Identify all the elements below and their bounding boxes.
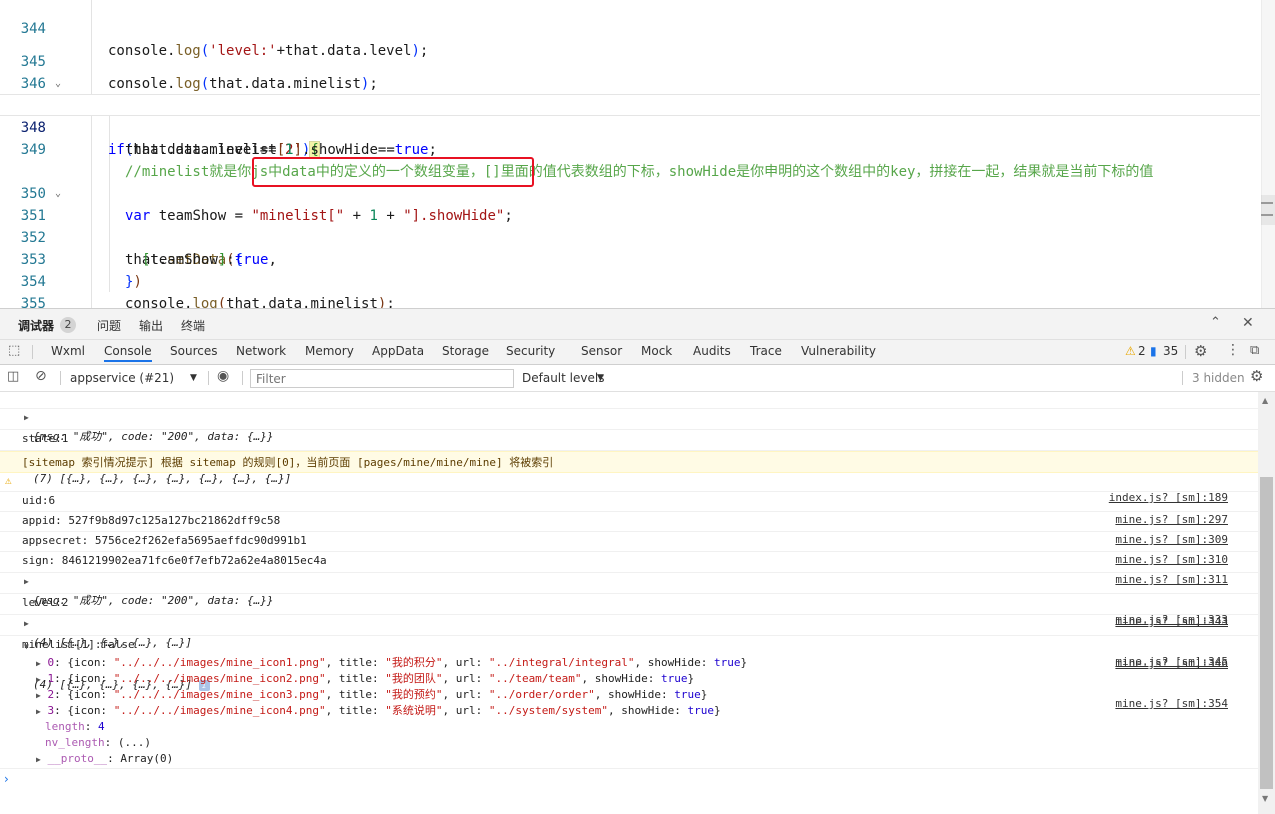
code-editor[interactable]: 344 console.log('level:'+that.data.level… [0,0,1275,308]
fold-chevron-icon[interactable]: ⌄ [51,183,65,205]
inspect-element-icon[interactable]: ⬚ [8,343,20,358]
console-row[interactable]: ▶ (7) [{…}, {…}, {…}, {…}, {…}, {…}, {…}… [0,431,1258,504]
console-scrollbar[interactable]: ▲ ▼ [1258,392,1275,814]
collapse-triangle-icon[interactable]: ▼ [24,637,29,656]
console-expanded-row[interactable]: ▼ (4) [{…}, {…}, {…}, {…}] i mine.js? [s… [0,637,1258,769]
toolbar-separator [208,371,209,385]
code-line-353: 353 }) [0,227,1260,290]
line-number: 349 [20,142,46,158]
code-line-346: 346 console.log('minelist[1]:'+that.data… [0,51,1260,114]
toolbar-separator [32,345,33,359]
tab-debugger[interactable]: 调试器 [18,317,54,334]
log-levels-select[interactable]: Default levels [522,371,604,385]
panel-tab-bar: 调试器 2 问题 输出 终端 ⌃ ✕ [0,308,1275,340]
console-row[interactable]: ▶ {msg: "成功", code: "200", data: {…}} in… [0,392,1258,462]
scroll-marker [1261,214,1273,216]
clear-console-icon[interactable]: ⊘ [35,368,47,384]
tab-network[interactable]: Network [236,344,286,358]
code-line-344: 344 console.log('level:'+that.data.level… [0,0,1260,59]
chevron-down-icon[interactable]: ▼ [597,373,604,383]
tab-output[interactable]: 输出 [139,317,163,334]
source-link[interactable]: mine.js? [sm]:354 [1115,694,1228,713]
array-proto[interactable]: ▶ __proto__: Array(0) [36,751,173,768]
code-line-352: 352 [teamShow]:true, [0,205,1260,268]
array-item-3[interactable]: ▶ 3: {icon: "../../../images/mine_icon4.… [36,703,721,720]
console-row[interactable]: ▶ {msg: "成功", code: "200", data: {…}} mi… [0,553,1258,626]
gear-icon[interactable]: ⚙ [1194,342,1207,360]
array-item-0[interactable]: ▶ 0: {icon: "../../../images/mine_icon1.… [36,655,747,672]
editor-scrollbar-thumb[interactable] [1261,195,1275,225]
tab-appdata[interactable]: AppData [372,344,424,358]
code-line-355: 355 } [0,271,1260,308]
console-row: sign: 8461219902ea71fc6e0f7efb72a62e4a80… [0,532,1258,586]
chevron-up-icon[interactable]: ⌃ [1210,315,1221,330]
tab-sensor[interactable]: Sensor [581,344,622,358]
code-line-354: 354 console.log(that.data.minelist); [0,249,1260,308]
tab-mock[interactable]: Mock [641,344,672,358]
console-row: appsecret: 5756ce2f262efa5695aeffdc90d99… [0,512,1258,566]
context-select[interactable]: appservice (#21) [70,371,174,385]
toolbar-separator [1185,345,1186,359]
tab-sources[interactable]: Sources [170,344,217,358]
tab-security[interactable]: Security [506,344,555,358]
message-icon: ▮ [1150,344,1157,358]
code-line-348: 348 that.data.minelist[1].showHide==true… [0,94,1260,158]
console-message: [sitemap 索引情况提示] 根据 sitemap 的规则[0]，当前页面 … [22,456,554,469]
toolbar-separator [60,371,61,385]
code-line-356: 356 [0,293,1260,308]
toolbar-separator [1182,371,1183,385]
devtools-window: 344 console.log('level:'+that.data.level… [0,0,1275,814]
tab-storage[interactable]: Storage [442,344,489,358]
scroll-up-icon[interactable]: ▲ [1262,396,1268,405]
warning-count[interactable]: 2 [1138,344,1146,358]
chevron-down-icon[interactable]: ▼ [190,373,197,383]
console-row: level:2 mine.js? [sm]:343 [0,574,1258,628]
code-line-345: 345 console.log(that.data.minelist); [0,29,1260,92]
console-warning-row: ⚠ [sitemap 索引情况提示] 根据 sitemap 的规则[0]，当前页… [0,451,1258,487]
console-row[interactable]: ▶ (4) [{…}, {…}, {…}, {…}] mine.js? [sm]… [0,595,1258,668]
tab-problems[interactable]: 问题 [97,317,121,334]
console-scrollbar-thumb[interactable] [1260,477,1273,789]
tab-trace[interactable]: Trace [750,344,782,358]
fold-chevron-icon[interactable]: ⌄ [51,73,65,95]
devtools-tab-bar: ⬚ Wxml Console Sources Network Memory Ap… [0,340,1275,365]
console-output: ▶ {msg: "成功", code: "200", data: {…}} in… [0,392,1258,814]
scroll-down-icon[interactable]: ▼ [1262,794,1268,803]
tab-vulnerability[interactable]: Vulnerability [801,344,876,358]
code-line-350: 350 var teamShow = "minelist[" + 1 + "].… [0,161,1260,224]
console-prompt-icon[interactable]: › [4,772,9,786]
toolbar-separator [242,371,243,385]
eye-icon[interactable]: ◉ [217,368,229,384]
tab-terminal[interactable]: 终端 [181,317,205,334]
code-line-349: 349 //minelist就是你js中data中的定义的一个数组变量，[]里面… [0,117,1260,180]
debugger-count-badge: 2 [60,317,76,333]
tab-audits[interactable]: Audits [693,344,731,358]
array-length: length: 4 [45,720,105,733]
dock-icon[interactable]: ⧉ [1250,343,1259,358]
array-item-2[interactable]: ▶ 2: {icon: "../../../images/mine_icon3.… [36,687,707,704]
console-row: minelist[1]:false mine.js? [sm]:346 [0,616,1258,670]
filter-input[interactable] [250,369,514,388]
array-item-1[interactable]: ▶ 1: {icon: "../../../images/mine_icon2.… [36,671,694,688]
red-highlight-box [252,157,534,187]
console-filter-bar: ◫ ⊘ appservice (#21) ▼ ◉ Default levels … [0,365,1275,392]
more-vertical-icon[interactable]: ⋮ [1226,342,1240,358]
code-line-351: 351 ⌄ that.setData({ [0,183,1260,268]
scroll-marker [1261,202,1273,204]
warning-icon: ⚠ [1125,344,1136,358]
tab-console[interactable]: Console [104,344,152,362]
code-line-347: 347 ⌄ if(that.data.level=='2'){ [0,73,1260,159]
tab-memory[interactable]: Memory [305,344,354,358]
hidden-count: 3 hidden [1192,371,1245,385]
close-icon[interactable]: ✕ [1242,315,1254,331]
tab-wxml[interactable]: Wxml [51,344,85,358]
gear-icon[interactable]: ⚙ [1250,367,1263,385]
message-count[interactable]: 35 [1163,344,1178,358]
console-row: state:1 index.js? [sm]:177 [0,410,1258,464]
sidebar-toggle-icon[interactable]: ◫ [7,369,19,384]
console-row: appid: 527f9b8d97c125a127bc21862dff9c58 … [0,492,1258,546]
console-row: uid:6 mine.js? [sm]:297 [0,472,1258,526]
editor-scrollbar[interactable] [1261,0,1275,308]
array-nv-length[interactable]: nv_length: (...) [45,735,151,751]
